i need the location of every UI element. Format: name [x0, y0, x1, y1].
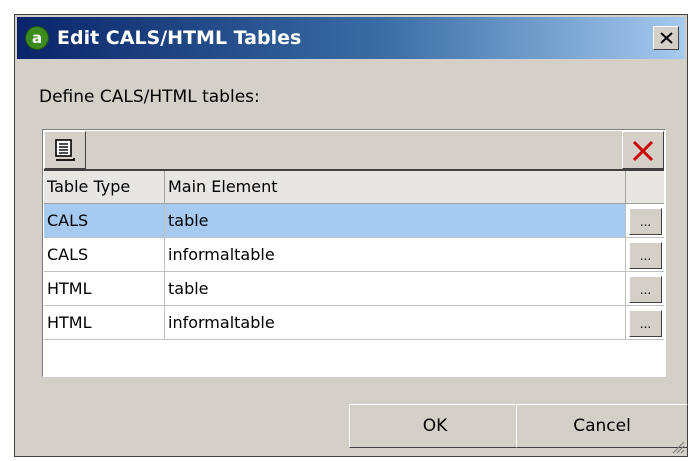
browse-button[interactable]: ...	[629, 310, 662, 337]
close-button[interactable]	[653, 26, 679, 50]
main-element-cell[interactable]: table	[165, 272, 626, 306]
dialog-title: Edit CALS/HTML Tables	[57, 27, 302, 49]
table-row[interactable]: HTML informaltable ...	[44, 306, 664, 340]
browse-cell: ...	[626, 204, 664, 238]
browse-button[interactable]: ...	[629, 208, 662, 235]
table-row[interactable]: HTML table ...	[44, 272, 664, 306]
tables-grid: Table Type Main Element CALS table ... C…	[42, 129, 666, 377]
main-element-cell[interactable]: informaltable	[165, 238, 626, 272]
close-icon	[660, 32, 673, 44]
title-bar[interactable]: a Edit CALS/HTML Tables	[17, 17, 685, 59]
ok-button[interactable]: OK	[349, 404, 521, 448]
browse-cell: ...	[626, 306, 664, 340]
insert-row-icon	[55, 139, 75, 161]
altova-logo-icon: a	[25, 26, 49, 50]
table-header: Table Type Main Element	[44, 171, 664, 204]
browse-button[interactable]: ...	[629, 276, 662, 303]
grid-toolbar	[44, 131, 664, 171]
table-type-cell[interactable]: CALS	[44, 204, 165, 238]
table-type-cell[interactable]: HTML	[44, 306, 165, 340]
define-tables-label: Define CALS/HTML tables:	[39, 87, 260, 107]
browse-button[interactable]: ...	[629, 242, 662, 269]
main-element-cell[interactable]: table	[165, 204, 626, 238]
table-row[interactable]: CALS table ...	[44, 204, 664, 238]
column-header-main-element[interactable]: Main Element	[165, 171, 626, 204]
delete-row-button[interactable]	[622, 131, 664, 169]
resize-grip-icon[interactable]	[671, 440, 685, 454]
main-element-cell[interactable]: informaltable	[165, 306, 626, 340]
insert-row-button[interactable]	[44, 131, 86, 169]
cancel-button[interactable]: Cancel	[516, 404, 688, 448]
table-type-cell[interactable]: HTML	[44, 272, 165, 306]
table-row[interactable]: CALS informaltable ...	[44, 238, 664, 272]
browse-cell: ...	[626, 272, 664, 306]
table-type-cell[interactable]: CALS	[44, 238, 165, 272]
column-header-blank	[626, 171, 664, 204]
column-header-table-type[interactable]: Table Type	[44, 171, 165, 204]
delete-row-icon	[632, 140, 654, 162]
edit-tables-dialog: a Edit CALS/HTML Tables Define CALS/HTML…	[14, 14, 688, 457]
browse-cell: ...	[626, 238, 664, 272]
